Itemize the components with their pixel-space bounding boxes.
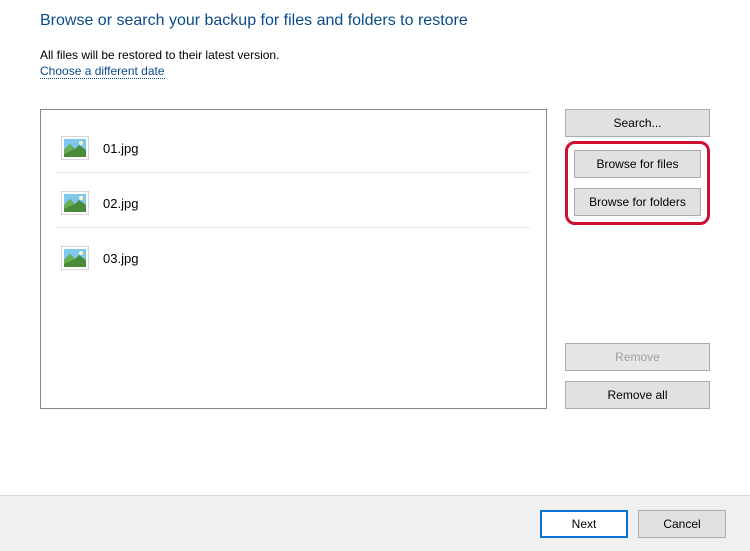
file-name-label: 03.jpg: [103, 251, 138, 266]
choose-date-link[interactable]: Choose a different date: [40, 64, 165, 79]
file-list[interactable]: 01.jpg 02.jpg: [40, 109, 547, 409]
footer-bar: Next Cancel: [0, 495, 750, 551]
page-title: Browse or search your backup for files a…: [40, 12, 710, 30]
next-button[interactable]: Next: [540, 510, 628, 538]
search-button[interactable]: Search...: [565, 109, 710, 137]
file-name-label: 02.jpg: [103, 196, 138, 211]
subtitle-text: All files will be restored to their late…: [40, 48, 710, 62]
remove-all-button[interactable]: Remove all: [565, 381, 710, 409]
list-item[interactable]: 03.jpg: [57, 238, 530, 282]
remove-button: Remove: [565, 343, 710, 371]
list-item[interactable]: 01.jpg: [57, 128, 530, 173]
browse-folders-button[interactable]: Browse for folders: [574, 188, 701, 216]
image-file-icon: [61, 246, 89, 270]
browse-files-button[interactable]: Browse for files: [574, 150, 701, 178]
highlight-annotation: Browse for files Browse for folders: [565, 141, 710, 225]
side-button-panel: Search... Browse for files Browse for fo…: [565, 109, 710, 409]
list-item[interactable]: 02.jpg: [57, 183, 530, 228]
image-file-icon: [61, 136, 89, 160]
cancel-button[interactable]: Cancel: [638, 510, 726, 538]
file-name-label: 01.jpg: [103, 141, 138, 156]
image-file-icon: [61, 191, 89, 215]
